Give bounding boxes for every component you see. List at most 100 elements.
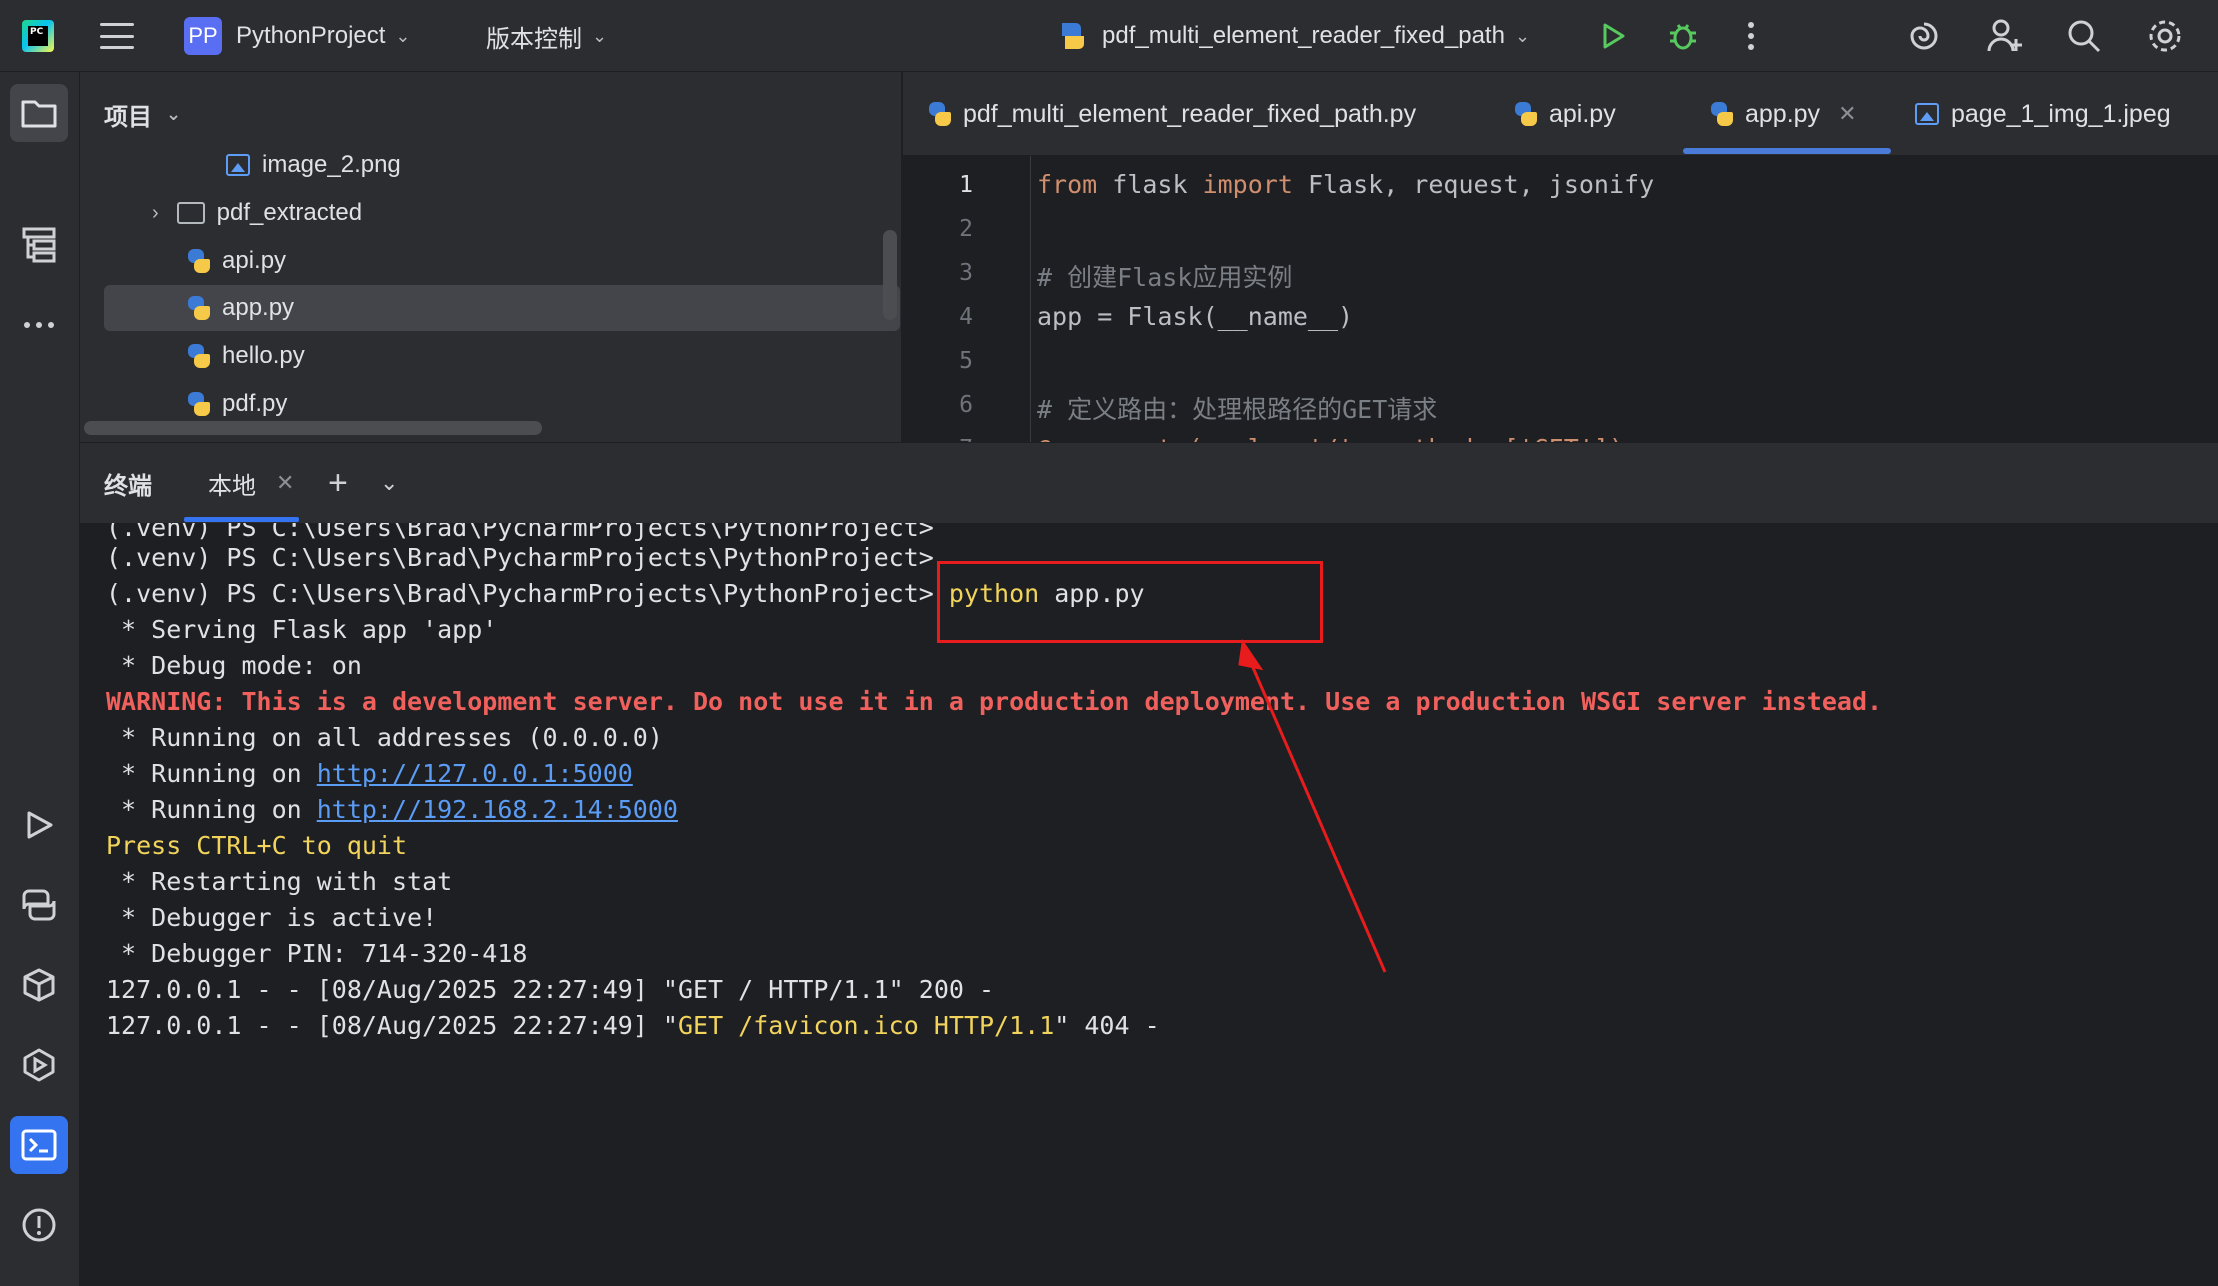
services-icon <box>23 1048 55 1082</box>
problems-icon <box>22 1208 56 1242</box>
terminal-line: (.venv) PS C:\Users\Brad\PycharmProjects… <box>106 523 934 542</box>
terminal-tool-button[interactable] <box>10 1116 68 1174</box>
new-tab-button[interactable]: + <box>328 443 348 523</box>
tab-page-1-img-1[interactable]: page_1_img_1.jpeg <box>1915 72 2171 156</box>
tab-label: api.py <box>1549 99 1616 128</box>
line-number: 6 <box>959 392 973 418</box>
search-icon <box>2068 20 2101 53</box>
chevron-right-icon: › <box>152 201 159 224</box>
plus-icon: + <box>328 463 348 502</box>
terminal-header: 终端 本地 ✕ + ⌄ <box>80 443 2218 523</box>
play-icon <box>27 811 53 839</box>
chevron-down-icon: ⌄ <box>1514 25 1531 46</box>
annotation-box <box>937 561 1323 643</box>
structure-tool-button[interactable] <box>10 216 68 274</box>
local-url-link[interactable]: http://127.0.0.1:5000 <box>317 759 633 788</box>
vcs-menu[interactable]: 版本控制 ⌄ <box>486 0 607 72</box>
tree-item-pdf-extracted[interactable]: › pdf_extracted <box>152 190 362 236</box>
terminal-line: * Restarting with stat <box>106 867 453 896</box>
code-line-1: from flask import Flask, request, jsonif… <box>1037 170 1655 199</box>
folder-icon <box>21 100 57 128</box>
network-url-link[interactable]: http://192.168.2.14:5000 <box>317 795 678 824</box>
tree-item-label: app.py <box>222 294 295 321</box>
terminal-line: * Running on http://192.168.2.14:5000 <box>106 795 678 824</box>
main-menu-button[interactable] <box>100 0 134 72</box>
project-switcher[interactable]: PP PythonProject ⌄ <box>184 0 411 72</box>
project-tool-button[interactable] <box>10 84 68 142</box>
add-user-button[interactable] <box>1986 0 2024 72</box>
tab-options-button[interactable]: ⌄ <box>380 443 398 523</box>
run-config-name: pdf_multi_element_reader_fixed_path <box>1102 22 1505 49</box>
terminal-line: 127.0.0.1 - - [08/Aug/2025 22:27:49] "GE… <box>106 975 995 1004</box>
run-config-selector[interactable]: pdf_multi_element_reader_fixed_path ⌄ <box>1056 0 1530 72</box>
settings-button[interactable] <box>2146 0 2184 72</box>
tree-item-app-py[interactable]: app.py <box>186 285 294 331</box>
python-icon <box>1062 23 1084 49</box>
debug-button[interactable] <box>1666 0 1700 72</box>
chevron-down-icon: ⌄ <box>395 25 411 46</box>
tree-item-image-2-png[interactable]: image_2.png <box>226 142 401 188</box>
run-button[interactable] <box>1598 0 1628 72</box>
chevron-down-icon: ⌄ <box>380 470 399 495</box>
tab-pdf-multi-element-reader[interactable]: pdf_multi_element_reader_fixed_path.py <box>927 72 1416 156</box>
project-panel: 项目 ⌄ image_2.png › pdf_extracted api.py … <box>80 72 902 442</box>
project-panel-header[interactable]: 项目 ⌄ <box>80 72 901 156</box>
line-number: 7 <box>903 436 973 442</box>
tab-label: 本地 <box>208 472 256 500</box>
terminal-line: 127.0.0.1 - - [08/Aug/2025 22:27:49] "GE… <box>106 1011 1160 1040</box>
close-icon[interactable]: ✕ <box>276 470 294 496</box>
code-line-3: # 创建Flask应用实例 <box>1037 263 1293 292</box>
project-name: PythonProject <box>236 22 386 49</box>
title-bar: PC PP PythonProject ⌄ 版本控制 ⌄ pdf_multi_e… <box>0 0 2218 72</box>
problems-tool-button[interactable] <box>10 1196 68 1254</box>
more-horizontal-icon <box>24 322 54 328</box>
tab-api-py[interactable]: api.py <box>1513 72 1616 156</box>
active-tab-indicator <box>1683 148 1891 154</box>
line-number: 1 <box>959 172 973 198</box>
folder-icon <box>176 202 205 224</box>
python-icon <box>186 248 212 274</box>
terminal-line: * Debugger PIN: 714-320-418 <box>106 939 528 968</box>
editor-tabs: pdf_multi_element_reader_fixed_path.py a… <box>903 72 2218 156</box>
more-tools-button[interactable] <box>10 296 68 354</box>
python-icon <box>186 391 212 417</box>
tree-item-hello-py[interactable]: hello.py <box>186 333 305 379</box>
active-tab-indicator <box>184 517 299 522</box>
code-line-6: # 定义路由：处理根路径的GET请求 <box>1037 395 1438 424</box>
vertical-scrollbar[interactable] <box>883 230 897 320</box>
code-area[interactable]: 1 2 3 4 5 6 7 from flask import Flask, r… <box>903 156 2218 442</box>
tab-app-py[interactable]: app.py ✕ <box>1709 72 1857 156</box>
tree-item-label: image_2.png <box>262 151 401 178</box>
line-number: 3 <box>959 260 973 286</box>
horizontal-scrollbar[interactable] <box>84 421 542 435</box>
close-icon[interactable]: ✕ <box>1838 101 1856 127</box>
hamburger-icon <box>100 23 134 49</box>
tool-window-strip <box>0 72 80 1286</box>
ai-assistant-button[interactable] <box>1906 0 1942 72</box>
python-console-button[interactable] <box>10 876 68 934</box>
code-line-7: @app.route( rule: '/', methods=['GET']) <box>1037 434 1624 442</box>
tree-item-api-py[interactable]: api.py <box>186 238 286 284</box>
run-tool-button[interactable] <box>10 796 68 854</box>
add-user-icon <box>1987 19 2022 52</box>
more-actions-button[interactable] <box>1744 0 1758 72</box>
tab-label: app.py <box>1745 99 1821 128</box>
tab-local[interactable]: 本地 ✕ <box>208 443 294 523</box>
terminal-warning-line: WARNING: This is a development server. D… <box>106 687 1883 716</box>
search-button[interactable] <box>2066 0 2102 72</box>
line-number: 2 <box>959 216 973 242</box>
python-packages-button[interactable] <box>10 956 68 1014</box>
tree-item-label: api.py <box>222 247 287 274</box>
services-tool-button[interactable] <box>10 1036 68 1094</box>
terminal-line: * Running on all addresses (0.0.0.0) <box>106 723 663 752</box>
pycharm-logo[interactable]: PC <box>22 0 54 72</box>
python-icon <box>927 101 953 127</box>
spiral-icon <box>1910 22 1938 50</box>
project-badge: PP <box>184 17 222 55</box>
line-number: 5 <box>959 348 973 374</box>
image-icon <box>226 154 250 176</box>
code-line-4: app = Flask(__name__) <box>1037 302 1354 331</box>
editor: pdf_multi_element_reader_fixed_path.py a… <box>903 72 2218 442</box>
tree-item-label: pdf.py <box>222 390 288 417</box>
chevron-down-icon: ⌄ <box>592 25 608 46</box>
